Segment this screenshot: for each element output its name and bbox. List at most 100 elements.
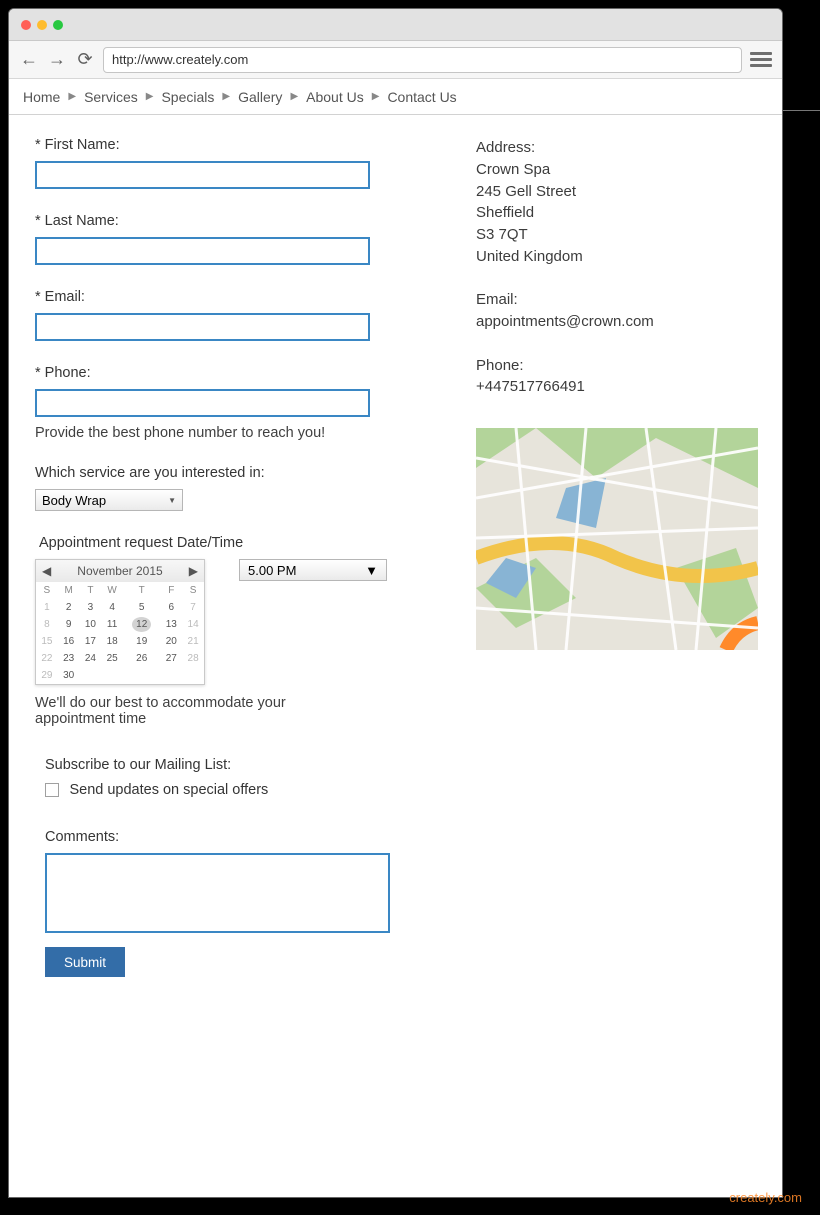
service-value: Body Wrap xyxy=(42,493,106,508)
calendar-day[interactable]: 6 xyxy=(160,599,182,616)
comments-label: Comments: xyxy=(45,829,426,845)
calendar-day[interactable]: 7 xyxy=(182,599,204,616)
calendar-day[interactable]: 4 xyxy=(101,599,123,616)
phone-input[interactable] xyxy=(35,389,370,417)
email-value: appointments@crown.com xyxy=(476,311,756,333)
last-name-label: * Last Name: xyxy=(35,213,426,229)
maximize-icon[interactable] xyxy=(53,20,63,30)
map-image xyxy=(476,428,758,650)
subscribe-option: Send updates on special offers xyxy=(69,782,268,798)
nav-services[interactable]: Services xyxy=(84,89,138,105)
service-label: Which service are you interested in: xyxy=(35,465,426,481)
calendar-day[interactable]: 23 xyxy=(58,650,80,667)
appointment-hint: We'll do our best to accommodate your ap… xyxy=(35,695,335,727)
subscribe-checkbox[interactable] xyxy=(45,783,59,797)
calendar-day[interactable] xyxy=(123,667,160,684)
chevron-right-icon: ▶ xyxy=(290,91,298,102)
submit-button[interactable]: Submit xyxy=(45,947,125,977)
service-select[interactable]: Body Wrap ▼ xyxy=(35,489,183,511)
chevron-right-icon: ▶ xyxy=(68,91,76,102)
minimize-icon[interactable] xyxy=(37,20,47,30)
calendar-day[interactable]: 14 xyxy=(182,616,204,633)
calendar-day[interactable]: 15 xyxy=(36,633,58,650)
contact-form: * First Name: * Last Name: * Email: * Ph… xyxy=(35,137,426,1001)
email-label: Email: xyxy=(476,289,756,311)
calendar-day[interactable] xyxy=(101,667,123,684)
time-value: 5.00 PM xyxy=(248,563,296,578)
calendar-day[interactable]: 9 xyxy=(58,616,80,633)
chevron-down-icon: ▼ xyxy=(365,563,378,578)
chevron-right-icon: ▶ xyxy=(222,91,230,102)
calendar-day[interactable]: 13 xyxy=(160,616,182,633)
address-line: Sheffield xyxy=(476,202,756,224)
menu-icon[interactable] xyxy=(750,52,772,67)
calendar-day[interactable]: 12 xyxy=(123,616,160,633)
calendar-month: November 2015 xyxy=(51,564,189,578)
window-titlebar xyxy=(9,9,782,41)
browser-toolbar: ← → ⟳ http://www.creately.com xyxy=(9,41,782,79)
nav-about[interactable]: About Us xyxy=(306,89,364,105)
email-input[interactable] xyxy=(35,313,370,341)
cal-prev-icon[interactable]: ◀ xyxy=(42,564,51,578)
appointment-label: Appointment request Date/Time xyxy=(39,535,426,551)
calendar-day[interactable]: 16 xyxy=(58,633,80,650)
calendar-day[interactable]: 21 xyxy=(182,633,204,650)
calendar-day[interactable]: 11 xyxy=(101,616,123,633)
nav-home[interactable]: Home xyxy=(23,89,60,105)
first-name-input[interactable] xyxy=(35,161,370,189)
back-button[interactable]: ← xyxy=(19,49,39,70)
chevron-right-icon: ▶ xyxy=(372,91,380,102)
address-label: Address: xyxy=(476,137,756,159)
calendar-day[interactable]: 1 xyxy=(36,599,58,616)
calendar-day[interactable]: 27 xyxy=(160,650,182,667)
calendar-day[interactable]: 24 xyxy=(80,650,102,667)
calendar-day[interactable]: 10 xyxy=(80,616,102,633)
calendar-day[interactable]: 5 xyxy=(123,599,160,616)
cal-next-icon[interactable]: ▶ xyxy=(189,564,198,578)
address-line: Crown Spa xyxy=(476,159,756,181)
calendar-day[interactable] xyxy=(182,667,204,684)
calendar-day[interactable]: 3 xyxy=(80,599,102,616)
address-line: S3 7QT xyxy=(476,224,756,246)
calendar[interactable]: ◀ November 2015 ▶ SMTWTFS 12345678910111… xyxy=(35,559,205,685)
contact-info: Address: Crown Spa 245 Gell Street Sheff… xyxy=(476,137,756,1001)
calendar-day[interactable] xyxy=(160,667,182,684)
chevron-right-icon: ▶ xyxy=(146,91,154,102)
forward-button[interactable]: → xyxy=(47,49,67,70)
phone-hint: Provide the best phone number to reach y… xyxy=(35,425,426,441)
site-nav: Home ▶ Services ▶ Specials ▶ Gallery ▶ About… xyxy=(9,79,782,115)
subscribe-label: Subscribe to our Mailing List: xyxy=(45,757,426,773)
calendar-day[interactable]: 29 xyxy=(36,667,58,684)
nav-contact[interactable]: Contact Us xyxy=(387,89,456,105)
calendar-day[interactable]: 25 xyxy=(101,650,123,667)
calendar-day[interactable]: 19 xyxy=(123,633,160,650)
close-icon[interactable] xyxy=(21,20,31,30)
last-name-input[interactable] xyxy=(35,237,370,265)
calendar-day[interactable]: 22 xyxy=(36,650,58,667)
reload-button[interactable]: ⟳ xyxy=(75,49,95,70)
calendar-day[interactable]: 18 xyxy=(101,633,123,650)
nav-gallery[interactable]: Gallery xyxy=(238,89,282,105)
calendar-day[interactable]: 26 xyxy=(123,650,160,667)
calendar-day[interactable]: 17 xyxy=(80,633,102,650)
url-text: http://www.creately.com xyxy=(112,52,248,67)
time-select[interactable]: 5.00 PM ▼ xyxy=(239,559,387,581)
connector-line xyxy=(783,110,820,111)
phone-value: +447517766491 xyxy=(476,376,756,398)
first-name-label: * First Name: xyxy=(35,137,426,153)
email-label: * Email: xyxy=(35,289,426,305)
address-line: 245 Gell Street xyxy=(476,181,756,203)
calendar-grid: SMTWTFS 12345678910111213141516171819202… xyxy=(36,582,204,684)
calendar-day[interactable] xyxy=(80,667,102,684)
calendar-day[interactable]: 28 xyxy=(182,650,204,667)
calendar-day[interactable]: 8 xyxy=(36,616,58,633)
calendar-day[interactable]: 30 xyxy=(58,667,80,684)
calendar-day[interactable]: 20 xyxy=(160,633,182,650)
calendar-day[interactable]: 2 xyxy=(58,599,80,616)
nav-specials[interactable]: Specials xyxy=(161,89,214,105)
comments-textarea[interactable] xyxy=(45,853,390,933)
address-bar[interactable]: http://www.creately.com xyxy=(103,47,742,73)
address-line: United Kingdom xyxy=(476,246,756,268)
phone-label: * Phone: xyxy=(35,365,426,381)
chevron-down-icon: ▼ xyxy=(168,496,176,505)
